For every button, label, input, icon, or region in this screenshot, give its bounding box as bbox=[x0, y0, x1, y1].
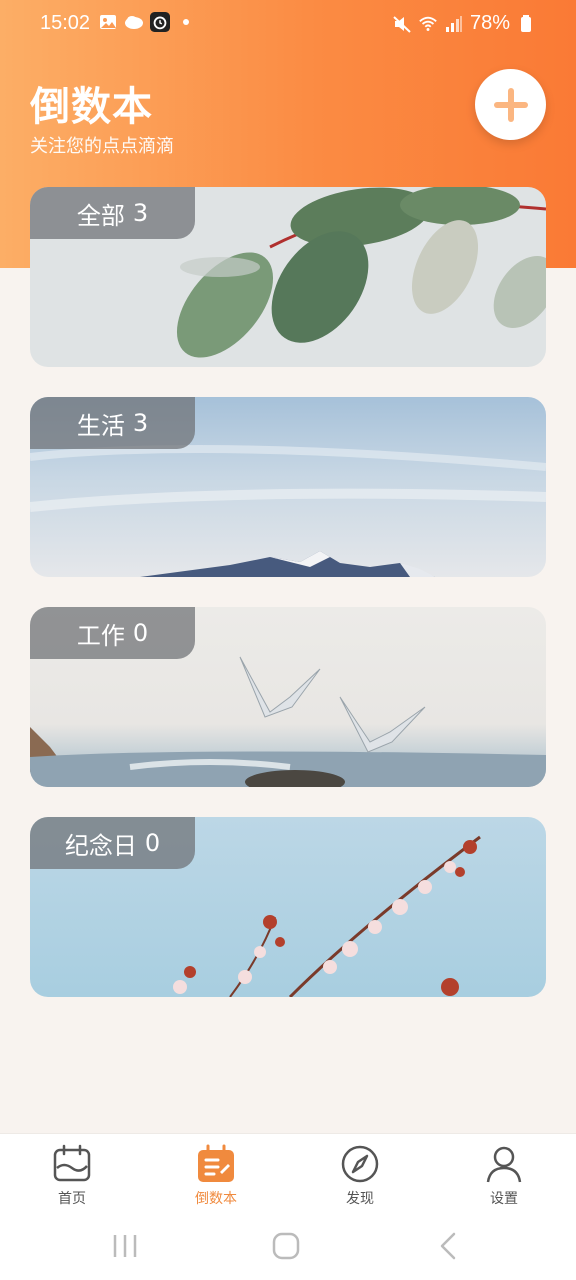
home-icon[interactable] bbox=[271, 1231, 301, 1261]
nav-item-discover[interactable]: 发现 bbox=[310, 1144, 410, 1208]
category-name: 生活 bbox=[76, 411, 125, 440]
category-label: 全部 3 bbox=[30, 187, 195, 239]
user-icon bbox=[486, 1146, 522, 1183]
category-card-life[interactable]: 生活 3 bbox=[30, 397, 546, 577]
recents-icon[interactable] bbox=[110, 1231, 140, 1261]
battery-icon bbox=[516, 14, 536, 34]
category-count: 3 bbox=[132, 409, 149, 437]
back-icon[interactable] bbox=[434, 1231, 464, 1261]
category-name: 全部 bbox=[76, 201, 125, 230]
category-count: 3 bbox=[132, 199, 149, 227]
system-navigation-bar bbox=[0, 1213, 576, 1280]
calendar-icon bbox=[53, 1144, 91, 1182]
status-time: 15:02 bbox=[40, 12, 91, 34]
battery-percent: 78% bbox=[469, 12, 510, 34]
image-icon bbox=[98, 12, 118, 32]
category-count: 0 bbox=[144, 829, 161, 857]
add-button[interactable] bbox=[475, 69, 546, 140]
nav-label: 发现 bbox=[346, 1191, 374, 1207]
bottom-navigation: 首页 倒数本 发现 设置 bbox=[0, 1133, 576, 1213]
category-label: 纪念日 0 bbox=[30, 817, 195, 869]
category-card-work[interactable]: 工作 0 bbox=[30, 607, 546, 787]
category-name: 纪念日 bbox=[64, 831, 137, 860]
category-count: 0 bbox=[132, 619, 149, 647]
category-card-all[interactable]: 全部 3 bbox=[30, 187, 546, 367]
category-name: 工作 bbox=[76, 621, 125, 650]
plus-icon bbox=[493, 87, 528, 122]
nav-item-home[interactable]: 首页 bbox=[22, 1144, 122, 1208]
nav-item-countdown[interactable]: 倒数本 bbox=[166, 1144, 266, 1208]
compass-icon bbox=[341, 1145, 379, 1183]
nav-label: 倒数本 bbox=[195, 1191, 237, 1207]
page-subtitle: 关注您的点点滴滴 bbox=[30, 136, 174, 157]
status-bar: 15:02 78% bbox=[0, 0, 576, 48]
category-card-anniversary[interactable]: 纪念日 0 bbox=[30, 817, 546, 997]
nav-label: 设置 bbox=[490, 1191, 518, 1207]
nav-item-settings[interactable]: 设置 bbox=[454, 1144, 554, 1208]
alarm-icon bbox=[150, 12, 170, 32]
cloud-icon bbox=[124, 12, 144, 32]
wifi-icon bbox=[418, 14, 438, 34]
nav-label: 首页 bbox=[58, 1191, 86, 1207]
mute-icon bbox=[392, 14, 412, 34]
category-label: 工作 0 bbox=[30, 607, 195, 659]
category-label: 生活 3 bbox=[30, 397, 195, 449]
signal-icon bbox=[444, 14, 464, 34]
dot-icon bbox=[176, 12, 196, 32]
page-title: 倒数本 bbox=[30, 84, 153, 130]
countdown-book-icon bbox=[198, 1144, 234, 1182]
